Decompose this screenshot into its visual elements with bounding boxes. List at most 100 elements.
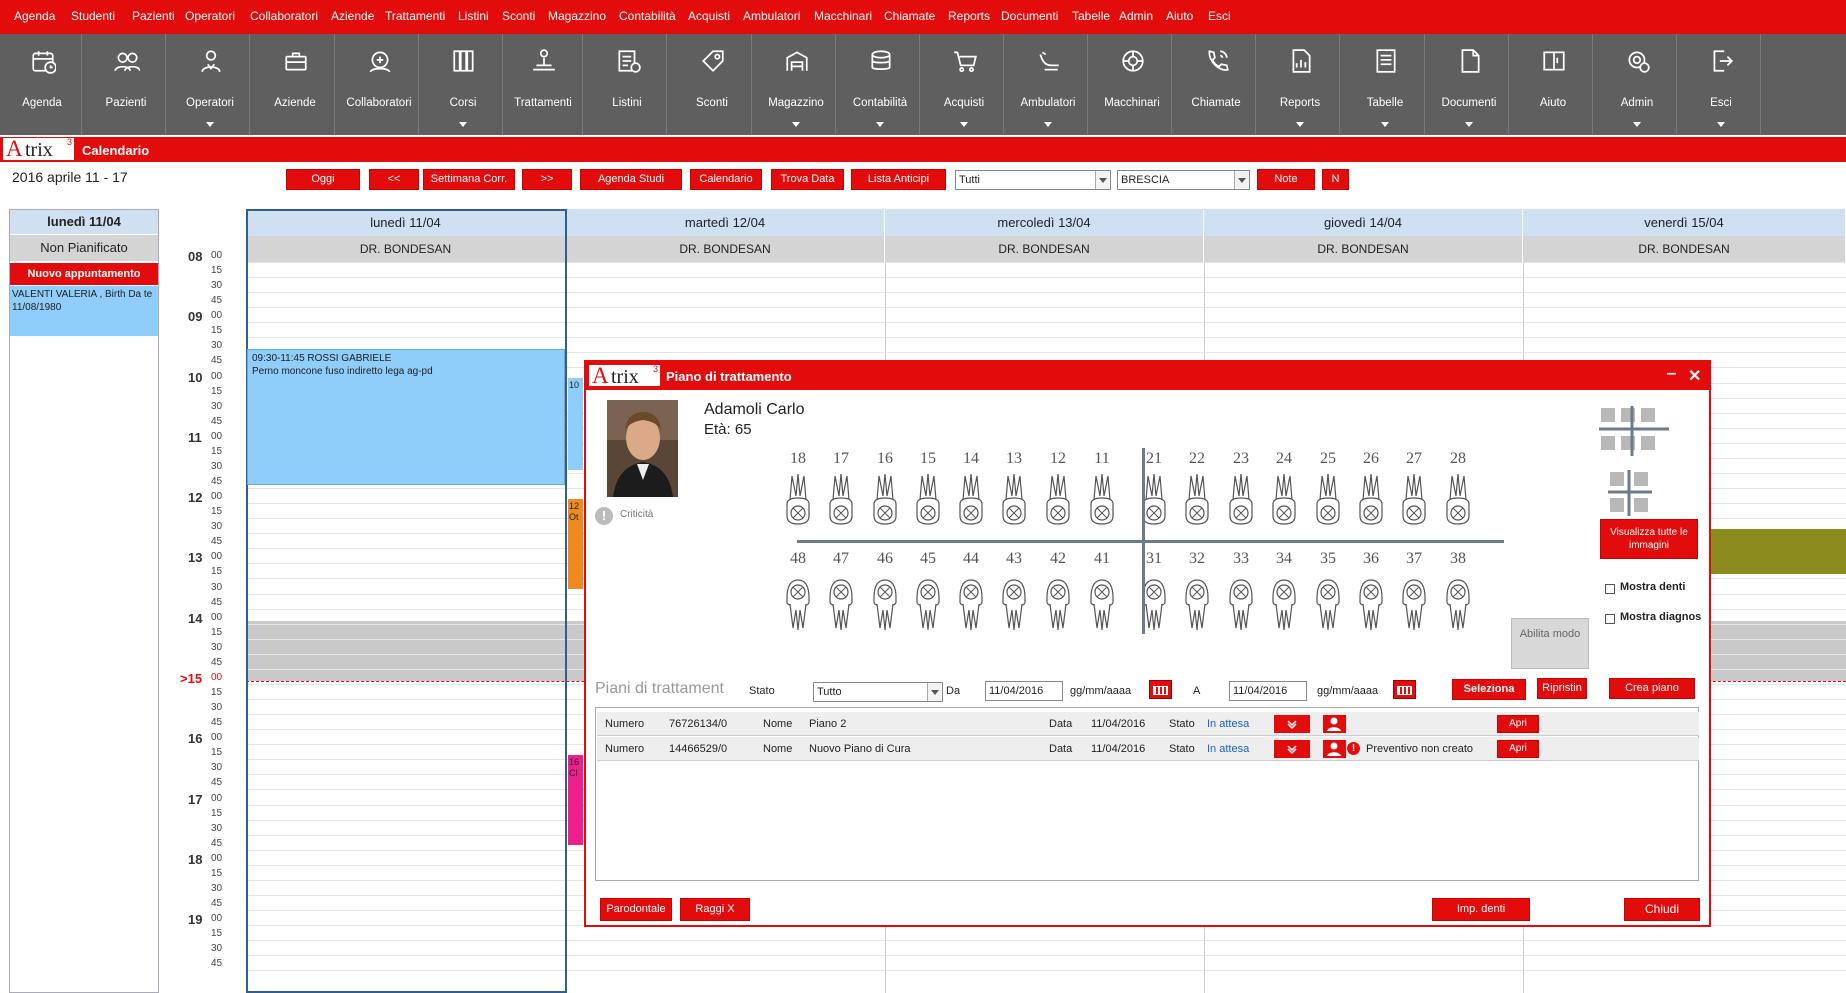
criticita-label[interactable]: Criticità <box>620 509 653 520</box>
tooth-lower-34[interactable] <box>1267 576 1301 635</box>
toolbar-button-listini[interactable]: Listini <box>588 34 667 135</box>
menu-item-1[interactable]: Studenti <box>71 9 115 23</box>
toolbar-button-aiuto[interactable]: Aiuto <box>1514 34 1593 135</box>
unscheduled-item[interactable]: VALENTI VALERIA , Birth Da te 11/08/1980 <box>10 286 158 336</box>
patient-icon[interactable] <box>1323 740 1346 758</box>
day-header[interactable]: mercoledì 13/04 <box>885 209 1204 236</box>
toolbar-button-collaboratori[interactable]: Collaboratori <box>340 34 419 135</box>
create-plan-button[interactable]: Crea piano <box>1609 678 1695 699</box>
lista-anticipi-button[interactable]: Lista Anticipi <box>851 169 946 190</box>
ripristina-button[interactable]: Ripristin <box>1537 678 1587 699</box>
calendar-icon[interactable] <box>1393 680 1416 699</box>
toolbar-button-esci[interactable]: Esci <box>1682 34 1761 135</box>
toolbar-button-acquisti[interactable]: Acquisti <box>925 34 1004 135</box>
next-week-button[interactable]: >> <box>522 169 572 190</box>
appointment-peek[interactable]: 10 <box>568 378 583 470</box>
tooth-lower-45[interactable] <box>911 576 945 635</box>
toolbar-button-tabelle[interactable]: Tabelle <box>1346 34 1425 135</box>
toolbar-button-trattamenti[interactable]: Trattamenti <box>504 34 583 135</box>
menu-item-2[interactable]: Pazienti <box>132 9 175 23</box>
day-header[interactable]: martedì 12/04 <box>566 209 885 236</box>
tooth-upper-14[interactable] <box>954 472 988 531</box>
note-button[interactable]: Note <box>1257 169 1315 190</box>
tooth-lower-37[interactable] <box>1397 576 1431 635</box>
appointment-block[interactable]: 09:30-11:45 ROSSI GABRIELE Perno moncone… <box>247 349 565 485</box>
appointment-peek[interactable]: 16 Cl <box>568 755 583 845</box>
location-select[interactable]: BRESCIA <box>1117 170 1250 190</box>
close-icon[interactable]: ✕ <box>1688 366 1701 386</box>
menu-item-7[interactable]: Listini <box>458 9 489 23</box>
toolbar-button-reports[interactable]: Reports <box>1261 34 1340 135</box>
menu-item-8[interactable]: Sconti <box>502 9 535 23</box>
tooth-upper-26[interactable] <box>1354 472 1388 531</box>
prev-week-button[interactable]: << <box>369 169 419 190</box>
menu-item-16[interactable]: Documenti <box>1001 9 1058 23</box>
minimize-icon[interactable]: ‒ <box>1667 365 1676 383</box>
tooth-lower-42[interactable] <box>1041 576 1075 635</box>
chevron-down-icon[interactable] <box>1234 171 1249 189</box>
appointment-peek[interactable]: 12 Ot <box>568 499 583 589</box>
toolbar-button-operatori[interactable]: Operatori <box>171 34 250 135</box>
open-plan-button[interactable]: Apri <box>1497 715 1539 733</box>
date-from-input[interactable]: 11/04/2016 <box>985 681 1063 701</box>
view-all-images-button[interactable]: Visualizza tutte le immagini <box>1600 519 1698 559</box>
tooth-lower-32[interactable] <box>1180 576 1214 635</box>
tooth-upper-13[interactable] <box>997 472 1031 531</box>
tooth-upper-28[interactable] <box>1441 472 1475 531</box>
patient-icon[interactable] <box>1323 715 1346 733</box>
tooth-upper-16[interactable] <box>868 472 902 531</box>
tooth-upper-27[interactable] <box>1397 472 1431 531</box>
tooth-lower-38[interactable] <box>1441 576 1475 635</box>
n-button[interactable]: N <box>1322 169 1349 190</box>
seleziona-button[interactable]: Seleziona <box>1452 679 1526 700</box>
toolbar-button-macchinari[interactable]: Macchinari <box>1093 34 1172 135</box>
tooth-upper-12[interactable] <box>1041 472 1075 531</box>
toolbar-button-corsi[interactable]: Corsi <box>424 34 503 135</box>
tooth-lower-35[interactable] <box>1311 576 1345 635</box>
toolbar-button-aziende[interactable]: Aziende <box>256 34 335 135</box>
expand-icon[interactable] <box>1274 715 1310 733</box>
menu-item-5[interactable]: Aziende <box>331 9 374 23</box>
toolbar-button-ambulatori[interactable]: Ambulatori <box>1009 34 1088 135</box>
tooth-upper-11[interactable] <box>1085 472 1119 531</box>
menu-item-18[interactable]: Admin <box>1119 9 1153 23</box>
menu-item-15[interactable]: Reports <box>948 9 990 23</box>
menu-item-10[interactable]: Contabilità <box>619 9 676 23</box>
chevron-down-icon[interactable] <box>1095 171 1110 189</box>
filter-select[interactable]: Tutti <box>955 170 1111 190</box>
xray-button[interactable]: Raggi X <box>680 898 750 921</box>
tooth-upper-18[interactable] <box>781 472 815 531</box>
current-week-button[interactable]: Settimana Corr. <box>423 169 515 190</box>
menu-item-9[interactable]: Magazzino <box>548 9 606 23</box>
menu-item-20[interactable]: Esci <box>1208 9 1231 23</box>
menu-item-4[interactable]: Collaboratori <box>250 9 318 23</box>
menu-item-14[interactable]: Chiamate <box>884 9 935 23</box>
menu-item-19[interactable]: Aiuto <box>1166 9 1193 23</box>
parodontale-button[interactable]: Parodontale <box>600 898 672 921</box>
tooth-upper-17[interactable] <box>824 472 858 531</box>
appointment-block-olive[interactable] <box>1711 529 1846 574</box>
day-header[interactable]: venerdì 15/04 <box>1523 209 1846 236</box>
toolbar-button-magazzino[interactable]: Magazzino <box>757 34 836 135</box>
chevron-down-icon[interactable] <box>927 683 942 701</box>
enable-mode-button[interactable]: Abilita modo <box>1511 618 1589 669</box>
single-view-icon[interactable] <box>1608 470 1652 516</box>
tooth-upper-25[interactable] <box>1311 472 1345 531</box>
stato-select[interactable]: Tutto <box>813 682 943 702</box>
toolbar-button-admin[interactable]: Admin <box>1598 34 1677 135</box>
tooth-lower-33[interactable] <box>1224 576 1258 635</box>
date-to-input[interactable]: 11/04/2016 <box>1229 681 1307 701</box>
grid-view-icon[interactable] <box>1599 406 1669 456</box>
tooth-lower-46[interactable] <box>868 576 902 635</box>
close-dialog-button[interactable]: Chiudi <box>1624 898 1700 921</box>
menu-item-6[interactable]: Trattamenti <box>385 9 445 23</box>
menu-item-3[interactable]: Operatori <box>185 9 235 23</box>
menu-item-17[interactable]: Tabelle <box>1072 9 1110 23</box>
today-button[interactable]: Oggi <box>286 169 360 190</box>
new-appointment-button[interactable]: Nuovo appuntamento <box>10 263 158 285</box>
menu-item-11[interactable]: Acquisti <box>688 9 730 23</box>
tooth-upper-23[interactable] <box>1224 472 1258 531</box>
agenda-studi-button[interactable]: Agenda Studi <box>580 169 682 190</box>
tooth-lower-41[interactable] <box>1085 576 1119 635</box>
toolbar-button-documenti[interactable]: Documenti <box>1430 34 1509 135</box>
